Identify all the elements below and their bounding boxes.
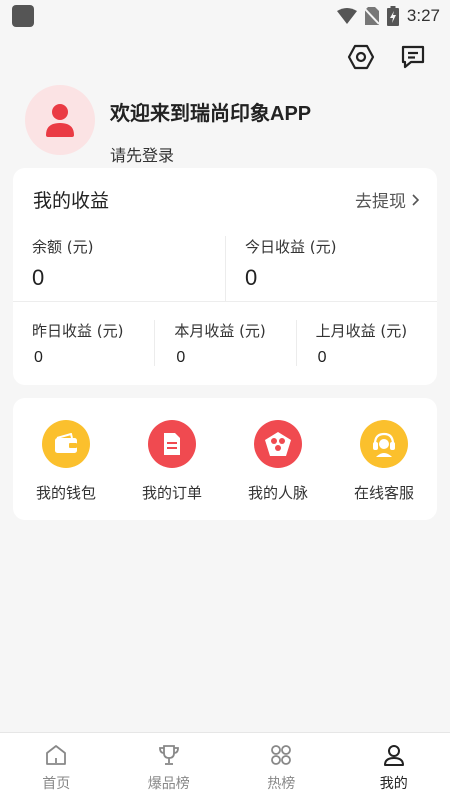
nav-mine-label: 我的 [379,776,408,792]
trophy-icon [158,745,179,765]
balance-label: 余额 (元) [32,238,94,256]
withdraw-link[interactable]: 去提现 [355,187,419,212]
earnings-title: 我的收益 [33,190,110,212]
login-link[interactable]: 请先登录 [110,142,311,166]
last-month-earnings-label: 上月收益 (元) [315,322,408,340]
nav-trending[interactable]: 热榜 [225,733,338,800]
customer-service-label: 在线客服 [353,484,414,502]
last-month-earnings-stat: 上月收益 (元) 0 [295,320,437,366]
settings-icon[interactable] [346,42,376,72]
status-icons: 3:27 [336,6,440,26]
withdraw-label: 去提现 [355,192,406,212]
document-icon [148,420,196,468]
bottom-nav: 首页 爆品榜 热榜 我的 [0,732,450,800]
earnings-card: 我的收益 去提现 余额 (元) 0 今日收益 (元) 0 昨日收益 (元) 0 … [13,168,437,385]
nav-trending-label: 热榜 [267,776,296,792]
balance-stat: 余额 (元) 0 [13,236,225,302]
month-earnings-label: 本月收益 (元) [174,322,266,340]
month-earnings-stat: 本月收益 (元) 0 [154,320,295,366]
user-icon [46,104,74,137]
nav-home[interactable]: 首页 [0,733,113,800]
nav-home-label: 首页 [42,776,71,792]
welcome-text: 欢迎来到瑞尚印象APP [110,103,312,125]
nav-hot-products-label: 爆品榜 [147,776,190,792]
today-earnings-stat: 今日收益 (元) 0 [225,236,437,302]
divider [13,301,437,302]
headset-icon [360,420,408,468]
profile-section[interactable]: 欢迎来到瑞尚印象APP 请先登录 [25,85,311,166]
last-month-earnings-value: 0 [317,349,327,366]
my-orders-label: 我的订单 [141,484,202,502]
shortcuts-card: 我的钱包 我的订单 我的人脉 在线客服 [13,398,437,520]
customer-service-button[interactable]: 在线客服 [331,420,437,520]
my-wallet-label: 我的钱包 [35,484,96,502]
nav-mine[interactable]: 我的 [338,733,450,800]
chevron-right-icon [412,193,419,206]
today-earnings-value: 0 [245,265,258,290]
today-earnings-label: 今日收益 (元) [245,238,337,256]
my-orders-button[interactable]: 我的订单 [119,420,225,520]
my-wallet-button[interactable]: 我的钱包 [13,420,119,520]
person-icon [383,745,404,766]
status-bar: 3:27 [0,0,450,32]
app-notification-icon [12,5,34,27]
battery-icon [386,6,399,26]
nav-hot-products[interactable]: 爆品榜 [113,733,226,800]
my-network-button[interactable]: 我的人脉 [225,420,331,520]
home-icon [46,745,67,765]
wallet-icon [42,420,90,468]
balance-value: 0 [32,265,45,290]
wifi-icon [336,8,357,24]
yesterday-earnings-label: 昨日收益 (元) [32,322,124,340]
yesterday-earnings-value: 0 [34,349,43,366]
my-network-label: 我的人脉 [247,484,308,502]
avatar[interactable] [25,85,95,155]
clock: 3:27 [406,6,440,25]
message-icon[interactable] [398,42,428,72]
network-icon [254,420,302,468]
month-earnings-value: 0 [176,349,186,366]
header-actions [346,42,428,72]
yesterday-earnings-stat: 昨日收益 (元) 0 [13,320,154,366]
no-sim-icon [364,7,379,25]
grid-icon [271,745,292,765]
